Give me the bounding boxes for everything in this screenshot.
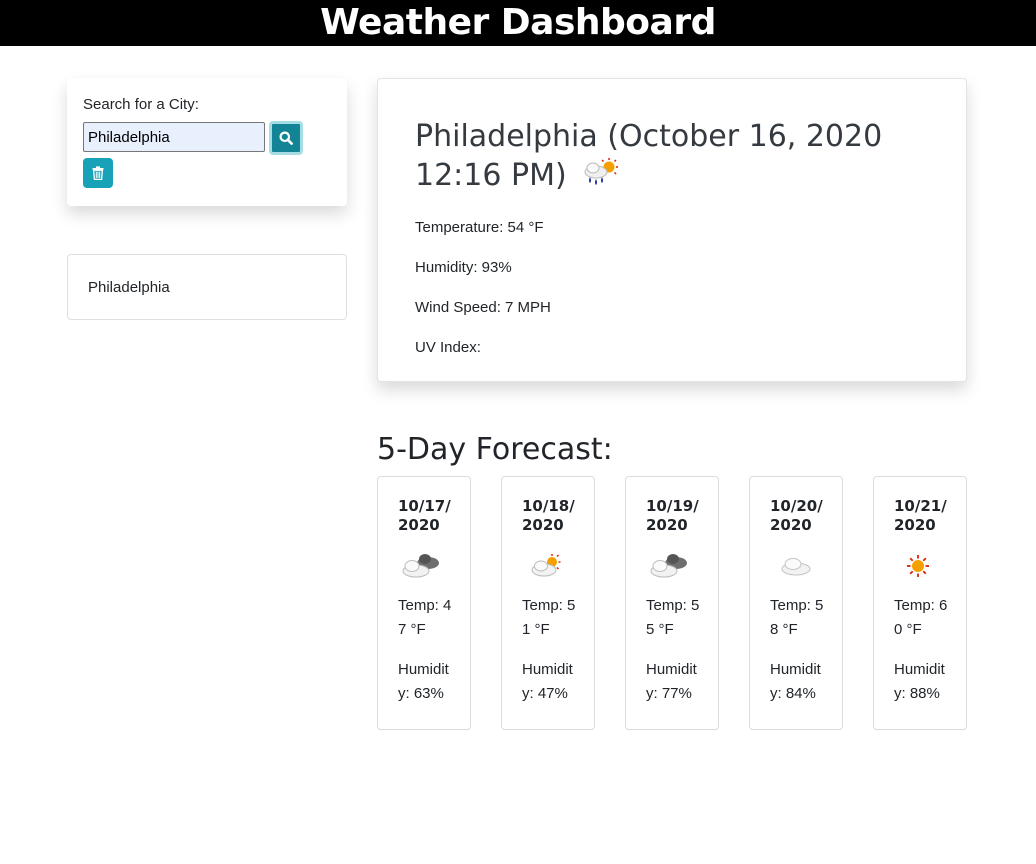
current-temperature: Temperature: 54 °F xyxy=(415,219,544,236)
forecast-row: 10/17/2020 Temp: 47 °F Humidity: 63% 10/… xyxy=(377,476,967,730)
broken-clouds-icon xyxy=(650,554,687,578)
forecast-temp: Temp: 55 °F xyxy=(646,597,700,638)
forecast-date: 10/21/2020 xyxy=(894,497,947,534)
current-city-date: Philadelphia (October 16, 2020 12:16 PM) xyxy=(415,119,883,193)
forecast-humidity: Humidity: 47% xyxy=(522,661,573,702)
rain-sun-icon xyxy=(580,157,620,199)
forecast-day-card: 10/20/2020 Temp: 58 °F Humidity: 84% xyxy=(749,476,843,730)
forecast-day-card: 10/17/2020 Temp: 47 °F Humidity: 63% xyxy=(377,476,471,730)
search-panel: Search for a City: xyxy=(67,78,347,206)
city-search-input[interactable] xyxy=(83,122,265,152)
forecast-temp: Temp: 58 °F xyxy=(770,597,824,638)
forecast-day-card: 10/21/2020 Temp: 60 °F Humidity: 88% xyxy=(873,476,967,730)
history-item-philadelphia[interactable]: Philadelphia xyxy=(88,279,170,296)
search-history-list: Philadelphia xyxy=(67,254,347,320)
search-button[interactable] xyxy=(269,121,303,155)
forecast-humidity: Humidity: 63% xyxy=(398,661,449,702)
forecast-temp: Temp: 60 °F xyxy=(894,597,948,638)
forecast-day-card: 10/18/2020 Temp: 51 °F Humidity: 47% xyxy=(501,476,595,730)
forecast-date: 10/20/2020 xyxy=(770,497,823,534)
cloud-icon xyxy=(781,558,811,576)
forecast-date: 10/18/2020 xyxy=(522,497,575,534)
forecast-day-card: 10/19/2020 Temp: 55 °F Humidity: 77% xyxy=(625,476,719,730)
trash-icon xyxy=(92,166,104,180)
clear-history-button[interactable] xyxy=(83,158,113,188)
current-uv-index: UV Index: xyxy=(415,339,481,356)
current-weather-card: Philadelphia (October 16, 2020 12:16 PM)… xyxy=(377,78,967,382)
forecast-date: 10/19/2020 xyxy=(646,497,699,534)
forecast-temp: Temp: 51 °F xyxy=(522,597,576,638)
few-clouds-sun-icon xyxy=(531,554,561,577)
search-icon xyxy=(279,131,293,145)
current-humidity: Humidity: 93% xyxy=(415,259,512,276)
current-wind-speed: Wind Speed: 7 MPH xyxy=(415,299,551,316)
forecast-humidity: Humidity: 77% xyxy=(646,661,697,702)
broken-clouds-icon xyxy=(402,554,439,578)
page-title: Weather Dashboard xyxy=(320,2,716,43)
current-weather-title: Philadelphia (October 16, 2020 12:16 PM) xyxy=(415,117,929,199)
forecast-temp: Temp: 47 °F xyxy=(398,597,452,638)
sun-icon xyxy=(907,555,929,577)
forecast-date: 10/17/2020 xyxy=(398,497,451,534)
forecast-heading: 5-Day Forecast: xyxy=(377,432,613,467)
forecast-humidity: Humidity: 88% xyxy=(894,661,945,702)
search-label: Search for a City: xyxy=(83,96,199,113)
forecast-humidity: Humidity: 84% xyxy=(770,661,821,702)
page-header: Weather Dashboard xyxy=(0,0,1036,46)
